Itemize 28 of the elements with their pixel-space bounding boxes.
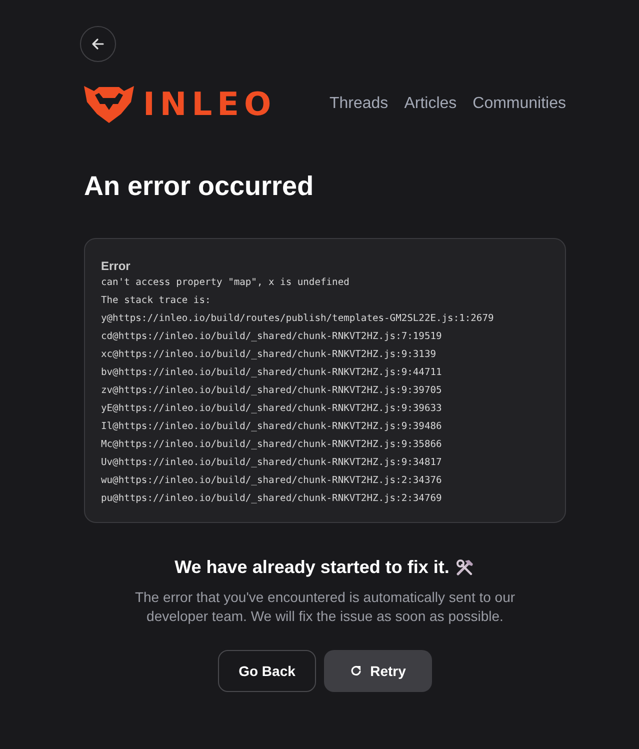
stack-trace-line: The stack trace is: <box>101 294 212 308</box>
stack-trace-line: y@https://inleo.io/build/routes/publish/templates-GM2SL22E.js:1:2679 <box>101 312 495 326</box>
nav-link[interactable]: Threads <box>329 95 388 113</box>
lion-head-icon <box>83 84 135 124</box>
back-button[interactable] <box>80 26 116 62</box>
message-text: The error that you've encountered is automatically sent to our developer team. We will fix the issue as soon as possible. <box>134 588 516 626</box>
refresh-icon <box>350 665 362 677</box>
nav-link[interactable]: Articles <box>404 95 457 113</box>
back-arrow-icon <box>91 37 105 51</box>
nav-link[interactable]: Communities <box>472 95 566 113</box>
stack-trace-line: wu@https://inleo.io/build/_shared/chunk-RNKVT2HZ.js:2:34376 <box>101 474 443 488</box>
stack-trace-line: Il@https://inleo.io/build/_shared/chunk-RNKVT2HZ.js:9:39486 <box>101 420 443 434</box>
hammer-wrench-icon <box>455 558 476 578</box>
stack-trace-line: pu@https://inleo.io/build/_shared/chunk-RNKVT2HZ.js:2:34769 <box>101 492 443 506</box>
stack-trace-line: yE@https://inleo.io/build/_shared/chunk-RNKVT2HZ.js:9:39633 <box>101 402 443 416</box>
go-back-button[interactable]: Go Back <box>218 650 316 692</box>
page-title: An error occurred <box>84 170 315 202</box>
stack-trace-line: zv@https://inleo.io/build/_shared/chunk-RNKVT2HZ.js:9:39705 <box>101 384 443 398</box>
message-heading: We have already started to fix it. <box>174 557 450 578</box>
retry-button[interactable]: Retry <box>324 650 432 692</box>
stack-trace-line: xc@https://inleo.io/build/_shared/chunk-RNKVT2HZ.js:9:3139 <box>101 348 438 362</box>
stack-trace-line: Mc@https://inleo.io/build/_shared/chunk-RNKVT2HZ.js:9:35866 <box>101 438 443 452</box>
stack-trace-line: cd@https://inleo.io/build/_shared/chunk-RNKVT2HZ.js:7:19519 <box>101 330 443 344</box>
stack-trace-line: bv@https://inleo.io/build/_shared/chunk-RNKVT2HZ.js:9:44711 <box>101 366 443 380</box>
logo-wordmark: INLEO <box>143 85 276 123</box>
stack-trace-line: can't access property "map", x is undefined <box>101 276 350 290</box>
stack-trace-line: Uv@https://inleo.io/build/_shared/chunk-RNKVT2HZ.js:9:34817 <box>101 456 443 470</box>
error-label: Error <box>101 258 132 274</box>
